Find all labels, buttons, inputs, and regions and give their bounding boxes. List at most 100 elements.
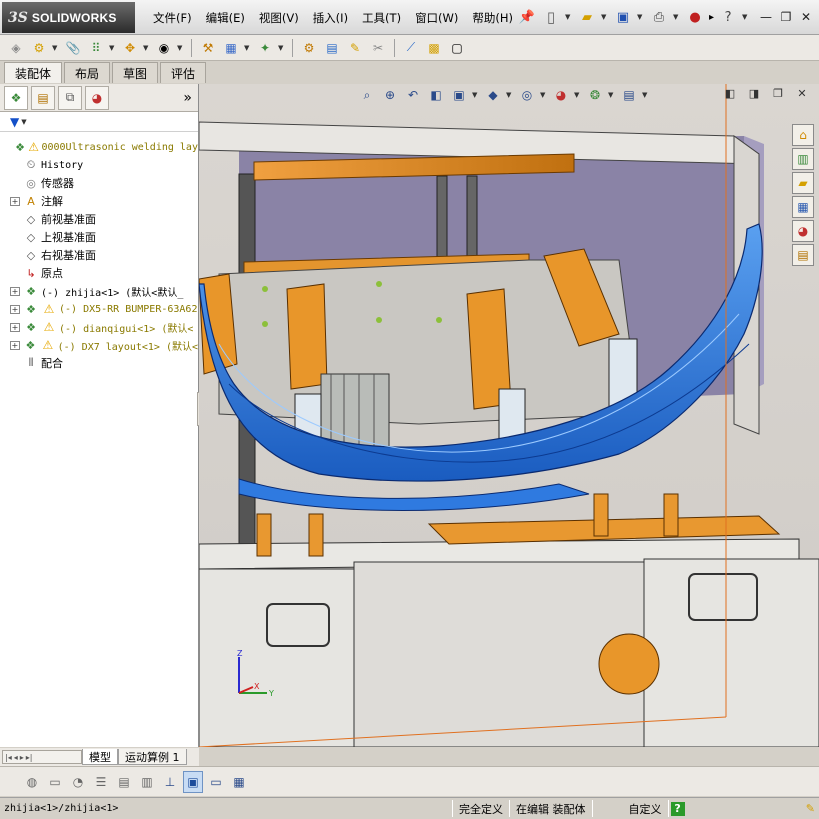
component-pattern-icon[interactable]: ⠿ bbox=[86, 38, 106, 58]
menu-help[interactable]: 帮助(H) bbox=[465, 10, 520, 26]
tree-node[interactable]: ⫴ 配合 bbox=[0, 354, 198, 372]
chevron-down-icon[interactable]: ▼ bbox=[742, 13, 750, 21]
interference-detection-icon[interactable]: ✂ bbox=[368, 38, 388, 58]
bill-of-materials-icon[interactable]: ⚙ bbox=[299, 38, 319, 58]
move-component-icon[interactable]: ✥ bbox=[120, 38, 140, 58]
tree-node[interactable]: ◇ 上视基准面 bbox=[0, 228, 198, 246]
mate-icon[interactable]: ⚙ bbox=[29, 38, 49, 58]
expand-toggle-icon[interactable]: + bbox=[10, 196, 20, 206]
chevron-down-icon[interactable]: ▼ bbox=[608, 91, 616, 99]
open-folder-icon[interactable]: ▰ bbox=[577, 7, 597, 27]
table-icon[interactable]: ▥ bbox=[137, 771, 157, 793]
menu-tools[interactable]: 工具(T) bbox=[355, 10, 408, 26]
previous-view-icon[interactable]: ↶ bbox=[403, 85, 423, 105]
new-motion-study-icon[interactable]: ✦ bbox=[255, 38, 275, 58]
hidden-lines-visible-icon[interactable]: ◔ bbox=[68, 771, 88, 793]
assembly-feature-icon[interactable]: ⚒ bbox=[198, 38, 218, 58]
feature-manager-tab-icon[interactable]: ❖ bbox=[4, 85, 28, 110]
tree-node[interactable]: + ❖ (-) zhijia<1> (默认<默认_ bbox=[0, 282, 198, 300]
zoom-to-area-icon[interactable]: ⊕ bbox=[380, 85, 400, 105]
rebuild-traffic-light-icon[interactable]: ● bbox=[685, 7, 705, 27]
graphics-area[interactable]: ⌕ ⊕ ↶ ◧ ▣▼ ◆▼ ◎▼ ◕▼ ❂▼ ▤▼ ◧ ◨ ❐ ✕ bbox=[199, 84, 819, 747]
tree-node[interactable]: ◇ 右视基准面 bbox=[0, 246, 198, 264]
hide-show-items-icon[interactable]: ◎ bbox=[517, 85, 537, 105]
quick-more[interactable]: ▸ bbox=[709, 12, 714, 23]
new-document-icon[interactable]: ▯ bbox=[541, 7, 561, 27]
menu-window[interactable]: 窗口(W) bbox=[408, 10, 465, 26]
split-horizontal-icon[interactable]: ▭ bbox=[206, 771, 226, 793]
section-view-icon[interactable]: ◧ bbox=[426, 85, 446, 105]
chevron-down-icon[interactable]: ▼ bbox=[601, 13, 609, 21]
tree-node[interactable]: ◇ 前视基准面 bbox=[0, 210, 198, 228]
menu-insert[interactable]: 插入(I) bbox=[306, 10, 355, 26]
property-manager-tab-icon[interactable]: ▤ bbox=[31, 85, 55, 110]
display-manager-tab-icon[interactable]: ◕ bbox=[85, 85, 109, 110]
chevron-down-icon[interactable]: ▼ bbox=[472, 91, 480, 99]
last-tab-icon[interactable]: ▸| bbox=[26, 753, 33, 762]
chevron-down-icon[interactable]: ▼ bbox=[244, 44, 252, 52]
display-style-icon[interactable]: ◆ bbox=[483, 85, 503, 105]
pin-icon[interactable]: 📌 bbox=[517, 7, 537, 27]
print-icon[interactable]: ⎙ bbox=[649, 7, 669, 27]
menu-edit[interactable]: 编辑(E) bbox=[199, 10, 252, 26]
edit-appearance-icon[interactable]: ◕ bbox=[551, 85, 571, 105]
chevron-down-icon[interactable]: ▼ bbox=[565, 13, 573, 21]
chevron-down-icon[interactable]: ▼ bbox=[109, 44, 117, 52]
design-library-icon[interactable]: ▥ bbox=[792, 148, 814, 170]
help-question-icon[interactable]: ? bbox=[718, 7, 738, 27]
minimize-button[interactable]: — bbox=[757, 8, 775, 26]
save-icon[interactable]: ▣ bbox=[613, 7, 633, 27]
tab-motion-study-1[interactable]: 运动算例 1 bbox=[118, 749, 187, 765]
explode-line-sketch-icon[interactable]: ✎ bbox=[345, 38, 365, 58]
expand-toggle-icon[interactable]: + bbox=[10, 322, 20, 332]
solidworks-logo[interactable]: 3S SOLIDWORKS bbox=[2, 2, 135, 33]
show-hidden-icon[interactable]: ◉ bbox=[154, 38, 174, 58]
tree-node[interactable]: + ❖ ⚠ (-) DX5-RR BUMPER-63A62 bbox=[0, 300, 198, 318]
expand-toggle-icon[interactable]: + bbox=[10, 340, 20, 350]
reference-geometry-icon[interactable]: ▦ bbox=[221, 38, 241, 58]
status-help-icon[interactable]: ? bbox=[670, 801, 685, 816]
chart-icon[interactable]: ⊥ bbox=[160, 771, 180, 793]
tab-evaluate[interactable]: 评估 bbox=[160, 62, 207, 83]
apply-scene-icon[interactable]: ❂ bbox=[585, 85, 605, 105]
appearances-icon[interactable]: ◕ bbox=[792, 220, 814, 242]
view-palette-icon[interactable]: ▦ bbox=[792, 196, 814, 218]
expand-toggle-icon[interactable]: + bbox=[10, 304, 20, 314]
tree-node[interactable]: + A 注解 bbox=[0, 192, 198, 210]
hidden-lines-removed-icon[interactable]: ◍ bbox=[22, 771, 42, 793]
tree-node[interactable]: ⏲ History bbox=[0, 156, 198, 174]
chevron-down-icon[interactable]: ▼ bbox=[21, 118, 26, 126]
chevron-down-icon[interactable]: ▼ bbox=[278, 44, 286, 52]
chevron-down-icon[interactable]: ▼ bbox=[52, 44, 60, 52]
grid-icon[interactable]: ▤ bbox=[114, 771, 134, 793]
configuration-manager-tab-icon[interactable]: ⧉ bbox=[58, 85, 82, 110]
model-scene[interactable] bbox=[199, 84, 819, 747]
chevron-down-icon[interactable]: ▼ bbox=[642, 91, 650, 99]
tree-node[interactable]: ❖ ⚠ 0000Ultrasonic welding lay bbox=[0, 138, 198, 156]
view-settings-icon[interactable]: ▤ bbox=[619, 85, 639, 105]
prev-tab-icon[interactable]: ◂ bbox=[14, 753, 18, 762]
zoom-to-fit-icon[interactable]: ⌕ bbox=[357, 85, 377, 105]
expand-toggle-icon[interactable]: + bbox=[10, 286, 20, 296]
wireframe-icon[interactable]: ▭ bbox=[45, 771, 65, 793]
restore-button[interactable]: ❐ bbox=[777, 8, 795, 26]
first-tab-icon[interactable]: |◂ bbox=[5, 753, 12, 762]
chevron-down-icon[interactable]: ▼ bbox=[637, 13, 645, 21]
chevron-down-icon[interactable]: ▼ bbox=[540, 91, 548, 99]
tree-node[interactable]: ↳ 原点 bbox=[0, 264, 198, 282]
tab-sketch[interactable]: 草图 bbox=[112, 62, 159, 83]
next-tab-icon[interactable]: ▸ bbox=[20, 753, 24, 762]
viewport-tile-left-icon[interactable]: ◧ bbox=[723, 86, 737, 100]
file-explorer-icon[interactable]: ▰ bbox=[792, 172, 814, 194]
list-icon[interactable]: ☰ bbox=[91, 771, 111, 793]
close-button[interactable]: ✕ bbox=[797, 8, 815, 26]
split-vertical-icon[interactable]: ▦ bbox=[229, 771, 249, 793]
tree-node[interactable]: + ❖ ⚠ (-) DX7 layout<1> (默认< bbox=[0, 336, 198, 354]
chevron-down-icon[interactable]: ▼ bbox=[673, 13, 681, 21]
tab-scroll-buttons[interactable]: |◂ ◂ ▸ ▸| bbox=[2, 750, 82, 764]
menu-view[interactable]: 视图(V) bbox=[252, 10, 306, 26]
tab-assembly[interactable]: 装配体 bbox=[4, 62, 63, 83]
view-orientation-icon[interactable]: ▣ bbox=[449, 85, 469, 105]
tree-node[interactable]: + ❖ ⚠ (-) dianqigui<1> (默认< bbox=[0, 318, 198, 336]
viewport-restore-icon[interactable]: ❐ bbox=[771, 86, 785, 100]
